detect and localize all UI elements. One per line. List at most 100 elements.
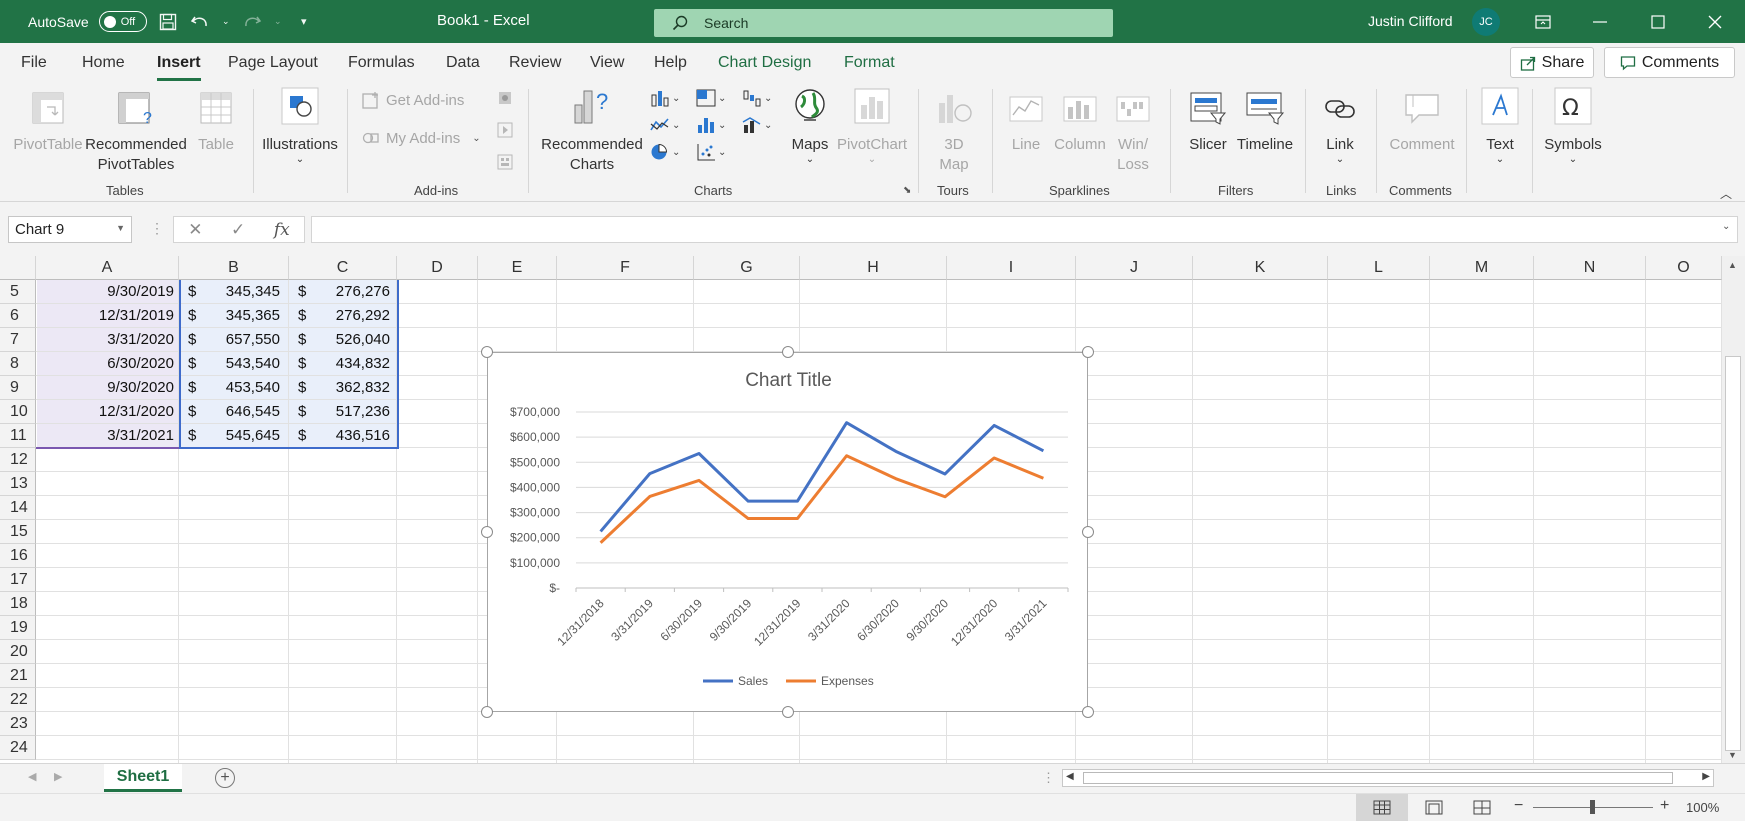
resize-handle-tl[interactable] — [481, 346, 493, 358]
column-header[interactable]: O — [1646, 256, 1722, 280]
maps-button[interactable]: Maps ⌄ — [786, 87, 834, 165]
row-header[interactable]: 14 — [0, 496, 36, 520]
tab-help[interactable]: Help — [654, 54, 687, 72]
date-cell[interactable]: 9/30/2020 — [36, 376, 174, 400]
new-comment-button[interactable]: Comment — [1384, 91, 1460, 155]
zoom-out-icon[interactable]: − — [1514, 797, 1523, 815]
enter-entry-icon[interactable]: ✓ — [231, 220, 245, 240]
customize-qat-icon[interactable]: ▾ — [293, 11, 315, 33]
row-header[interactable]: 20 — [0, 640, 36, 664]
expenses-cell[interactable]: 517,236 — [310, 400, 390, 424]
people-graph-icon[interactable] — [496, 153, 514, 174]
resize-handle-tc[interactable] — [782, 346, 794, 358]
tab-chart-design[interactable]: Chart Design — [718, 54, 811, 72]
vertical-scroll-thumb[interactable] — [1725, 356, 1741, 751]
add-sheet-icon[interactable]: + — [215, 768, 235, 788]
zoom-in-icon[interactable]: + — [1660, 797, 1669, 815]
resize-handle-bl[interactable] — [481, 706, 493, 718]
undo-icon[interactable] — [189, 11, 211, 33]
name-box-dropdown-icon[interactable]: ▼ — [116, 223, 125, 233]
row-header[interactable]: 16 — [0, 544, 36, 568]
undo-dropdown-icon[interactable]: ⌄ — [221, 11, 231, 33]
column-header[interactable]: C — [289, 256, 397, 280]
symbols-button[interactable]: Ω Symbols ⌄ — [1538, 87, 1608, 165]
redo-icon[interactable] — [241, 11, 263, 33]
select-all-corner[interactable] — [0, 256, 36, 280]
recommended-pivottables-button[interactable]: ? Recommended PivotTables — [84, 91, 188, 175]
ribbon-display-icon[interactable] — [1528, 8, 1558, 36]
cancel-entry-icon[interactable]: ✕ — [188, 220, 202, 240]
row-header[interactable]: 21 — [0, 664, 36, 688]
date-cell[interactable]: 9/30/2019 — [36, 280, 174, 304]
row-header[interactable]: 7 — [0, 328, 36, 352]
row-header[interactable]: 17 — [0, 568, 36, 592]
formula-input[interactable] — [311, 216, 1738, 243]
zoom-slider-thumb[interactable] — [1590, 800, 1595, 814]
table-button[interactable]: Table — [188, 91, 244, 155]
row-header[interactable]: 13 — [0, 472, 36, 496]
column-header[interactable]: B — [179, 256, 289, 280]
pivottable-button[interactable]: PivotTable — [8, 91, 88, 155]
minimize-icon[interactable] — [1585, 8, 1615, 36]
expenses-cell[interactable]: 434,832 — [310, 352, 390, 376]
tab-view[interactable]: View — [590, 54, 624, 72]
resize-handle-mr[interactable] — [1082, 526, 1094, 538]
column-header[interactable]: N — [1534, 256, 1646, 280]
text-button[interactable]: Text ⌄ — [1474, 87, 1526, 165]
column-header[interactable]: F — [557, 256, 694, 280]
column-header[interactable]: H — [800, 256, 947, 280]
date-cell[interactable]: 3/31/2021 — [36, 424, 174, 448]
formula-bar-grip-icon[interactable]: ⋮ — [150, 220, 164, 237]
row-header[interactable]: 10 — [0, 400, 36, 424]
expenses-cell[interactable]: 362,832 — [310, 376, 390, 400]
scroll-up-icon[interactable]: ▲ — [1728, 260, 1737, 270]
tab-file[interactable]: File — [21, 54, 47, 72]
pivotchart-button[interactable]: PivotChart ⌄ — [834, 87, 910, 165]
close-icon[interactable] — [1700, 8, 1730, 36]
tab-splitter-icon[interactable]: ⋮ — [1042, 770, 1055, 786]
user-name[interactable]: Justin Clifford — [1368, 13, 1453, 29]
line-chart[interactable]: Chart Title $- $100,000 $200,000 $300,000 $40… — [487, 352, 1088, 712]
horizontal-scroll-thumb[interactable] — [1083, 772, 1673, 784]
date-cell[interactable]: 3/31/2020 — [36, 328, 174, 352]
expenses-cell[interactable]: 276,292 — [310, 304, 390, 328]
column-header[interactable]: D — [397, 256, 478, 280]
waterfall-chart-dropdown[interactable]: ⌄ — [742, 87, 778, 109]
resize-handle-bc[interactable] — [782, 706, 794, 718]
scroll-down-icon[interactable]: ▼ — [1728, 750, 1737, 760]
column-header[interactable]: E — [478, 256, 557, 280]
date-cell[interactable]: 12/31/2020 — [36, 400, 174, 424]
row-header[interactable]: 19 — [0, 616, 36, 640]
column-header[interactable]: I — [947, 256, 1076, 280]
column-header[interactable]: A — [36, 256, 179, 280]
tab-insert[interactable]: Insert — [157, 54, 201, 81]
sparkline-column-button[interactable]: Column — [1052, 91, 1108, 155]
hierarchy-chart-dropdown[interactable]: ⌄ — [696, 87, 732, 109]
vertical-scrollbar[interactable]: ▲ ▼ — [1722, 256, 1745, 766]
sales-cell[interactable]: 646,545 — [200, 400, 280, 424]
scroll-left-icon[interactable]: ◀ — [1066, 771, 1074, 782]
horizontal-scrollbar[interactable]: ◀ ▶ — [1062, 769, 1714, 787]
row-header[interactable]: 18 — [0, 592, 36, 616]
column-chart-dropdown[interactable]: ⌄ — [650, 87, 686, 109]
share-button[interactable]: Share — [1510, 47, 1594, 78]
page-break-view-icon[interactable] — [1473, 800, 1491, 815]
save-icon[interactable] — [157, 11, 179, 33]
page-layout-view-icon[interactable] — [1425, 800, 1443, 815]
slicer-button[interactable]: Slicer — [1180, 91, 1236, 155]
scatter-chart-dropdown[interactable]: ⌄ — [696, 141, 732, 163]
line-chart-dropdown[interactable]: ⌄ — [650, 114, 686, 136]
name-box[interactable]: Chart 9 ▼ — [8, 216, 132, 243]
link-button[interactable]: Link ⌄ — [1312, 91, 1368, 165]
tab-review[interactable]: Review — [509, 54, 561, 72]
sheet-prev-icon[interactable]: ◀ — [28, 770, 36, 783]
column-header[interactable]: M — [1430, 256, 1534, 280]
3d-map-button[interactable]: 3D Map — [924, 91, 984, 175]
sales-cell[interactable]: 543,540 — [200, 352, 280, 376]
resize-handle-ml[interactable] — [481, 526, 493, 538]
row-header[interactable]: 5 — [0, 280, 36, 304]
sales-cell[interactable]: 345,345 — [200, 280, 280, 304]
combo-chart-dropdown[interactable]: ⌄ — [742, 114, 778, 136]
autosave-toggle[interactable]: Off — [98, 11, 147, 32]
visio-addin-icon[interactable] — [496, 89, 514, 110]
